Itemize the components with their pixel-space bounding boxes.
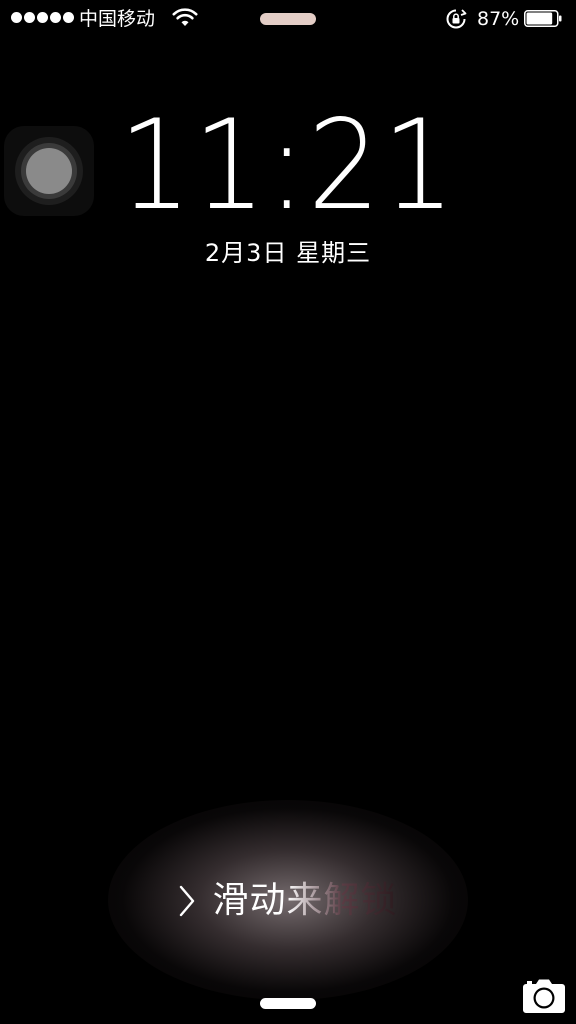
- chevron-right-icon: [180, 885, 195, 917]
- wifi-icon: [172, 8, 198, 26]
- top-pill: [260, 13, 316, 25]
- signal-strength-icon: [11, 12, 74, 23]
- slide-to-unlock-label: 滑动来解锁: [212, 874, 397, 928]
- carrier-name: 中国移动: [79, 8, 156, 30]
- bottom-pill: [260, 998, 316, 1009]
- camera-icon[interactable]: [522, 978, 566, 1014]
- signal-dot: [37, 12, 48, 23]
- lock-screen-date: 2月3日 星期三: [204, 239, 372, 267]
- lock-screen: 中国移动 87% 11:21 2月3日 星期三 滑动来解锁: [0, 0, 576, 1024]
- slide-to-unlock[interactable]: 滑动来解锁: [0, 874, 576, 928]
- signal-dot: [24, 12, 35, 23]
- rotation-lock-icon: [446, 9, 467, 29]
- signal-dot: [63, 12, 74, 23]
- battery-percentage: 87%: [477, 8, 520, 30]
- lock-screen-time: 11:21: [119, 94, 457, 238]
- signal-dot: [50, 12, 61, 23]
- battery-icon: [524, 10, 562, 27]
- signal-dot: [11, 12, 22, 23]
- status-bar: 中国移动 87%: [0, 0, 576, 38]
